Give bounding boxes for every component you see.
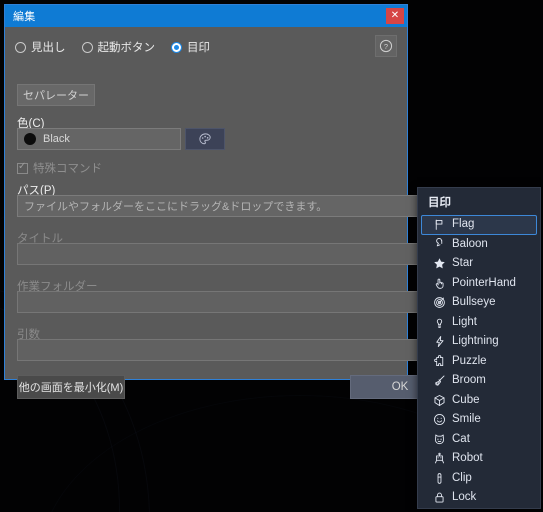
menu-item-label: Light bbox=[452, 315, 477, 328]
menu-item-bullseye[interactable]: Bullseye bbox=[421, 293, 537, 313]
marker-dropdown-menu: 目印 Flag Baloon Star PointerHand Bullseye Ligh… bbox=[417, 187, 541, 509]
balloon-icon bbox=[431, 237, 448, 251]
menu-item-label: Cube bbox=[452, 393, 480, 406]
close-button[interactable]: ✕ bbox=[386, 8, 404, 24]
menu-item-pointerhand[interactable]: PointerHand bbox=[421, 274, 537, 294]
menu-item-robot[interactable]: Robot bbox=[421, 449, 537, 469]
robot-icon bbox=[431, 452, 448, 465]
menu-item-cube[interactable]: Cube bbox=[421, 391, 537, 411]
minimize-others-button[interactable]: 他の画面を最小化(M) bbox=[17, 375, 125, 399]
menu-item-puzzle[interactable]: Puzzle bbox=[421, 352, 537, 372]
lightning-icon bbox=[431, 335, 448, 348]
dialog-titlebar: 編集 ✕ bbox=[5, 5, 407, 27]
type-radio-group: 見出し 起動ボタン 目印 bbox=[15, 39, 226, 55]
checkbox-icon bbox=[17, 161, 28, 174]
radio-marker[interactable]: 目印 bbox=[171, 39, 210, 55]
cube-icon bbox=[431, 394, 448, 407]
menu-item-light[interactable]: Light bbox=[421, 313, 537, 333]
radio-heading[interactable]: 見出し bbox=[15, 39, 66, 55]
svg-text:?: ? bbox=[384, 42, 388, 51]
dialog-body: 見出し 起動ボタン 目印 ? セパレーター 色(C) Black ✓ 特殊コマン… bbox=[5, 27, 515, 399]
menu-item-clip[interactable]: Clip bbox=[421, 469, 537, 489]
radio-launch-button-label: 起動ボタン bbox=[97, 42, 156, 54]
menu-item-flag[interactable]: Flag bbox=[421, 215, 537, 235]
question-circle-icon[interactable]: ? bbox=[375, 35, 397, 57]
menu-item-label: Puzzle bbox=[452, 354, 487, 367]
menu-item-label: Broom bbox=[452, 374, 486, 386]
palette-icon[interactable] bbox=[185, 128, 225, 150]
radio-marker-label: 目印 bbox=[187, 42, 210, 54]
puzzle-icon bbox=[431, 354, 448, 368]
clip-icon bbox=[431, 472, 448, 485]
broom-icon bbox=[431, 374, 448, 387]
menu-item-label: Clip bbox=[452, 471, 472, 484]
flag-icon bbox=[431, 218, 448, 231]
menu-item-broom[interactable]: Broom bbox=[421, 371, 537, 391]
menu-item-label: Star bbox=[452, 257, 474, 269]
star-icon bbox=[431, 257, 448, 270]
lightbulb-icon bbox=[431, 316, 448, 329]
edit-dialog: 編集 ✕ 見出し 起動ボタン 目印 ? セパレーター 色(C) Black ✓ … bbox=[4, 4, 515, 399]
separator-button[interactable]: セパレーター bbox=[17, 84, 95, 106]
menu-item-lock[interactable]: Lock bbox=[421, 488, 537, 508]
cat-icon bbox=[431, 433, 448, 446]
color-value-field[interactable]: Black bbox=[17, 128, 181, 150]
menu-item-label: Lock bbox=[452, 491, 477, 503]
menu-item-list: Flag Baloon Star PointerHand Bullseye Light Li… bbox=[418, 215, 540, 508]
color-value-text: Black bbox=[43, 133, 70, 145]
bullseye-icon bbox=[431, 296, 448, 309]
menu-header: 目印 bbox=[428, 197, 451, 209]
menu-item-label: Baloon bbox=[452, 237, 488, 250]
lock-icon bbox=[431, 491, 448, 504]
radio-mark-icon bbox=[81, 41, 93, 53]
menu-item-label: PointerHand bbox=[452, 276, 516, 289]
menu-item-baloon[interactable]: Baloon bbox=[421, 235, 537, 255]
radio-mark-icon bbox=[171, 41, 182, 53]
menu-item-label: Smile bbox=[452, 413, 481, 425]
desktop-background: 編集 ✕ 見出し 起動ボタン 目印 ? セパレーター 色(C) Black ✓ … bbox=[0, 0, 543, 512]
color-swatch bbox=[24, 133, 36, 145]
dialog-title: 編集 bbox=[13, 11, 36, 23]
radio-launch-button[interactable]: 起動ボタン bbox=[81, 39, 156, 55]
menu-item-label: Bullseye bbox=[452, 296, 496, 308]
menu-item-label: Lightning bbox=[452, 335, 499, 347]
radio-mark-icon bbox=[15, 41, 26, 53]
menu-item-star[interactable]: Star bbox=[421, 254, 537, 274]
menu-item-cat[interactable]: Cat bbox=[421, 430, 537, 450]
menu-item-label: Cat bbox=[452, 432, 470, 445]
radio-heading-label: 見出し bbox=[31, 42, 66, 54]
menu-item-label: Robot bbox=[452, 452, 483, 464]
pointer-hand-icon bbox=[431, 277, 448, 290]
menu-item-lightning[interactable]: Lightning bbox=[421, 332, 537, 352]
smile-icon bbox=[431, 413, 448, 426]
special-command-label: 特殊コマンド bbox=[33, 163, 102, 175]
menu-item-smile[interactable]: Smile bbox=[421, 410, 537, 430]
menu-item-label: Flag bbox=[452, 218, 475, 230]
special-command-checkbox[interactable]: 特殊コマンド bbox=[17, 160, 102, 176]
path-input[interactable]: ファイルやフォルダーをここにドラッグ&ドロップできます。 bbox=[17, 195, 454, 217]
